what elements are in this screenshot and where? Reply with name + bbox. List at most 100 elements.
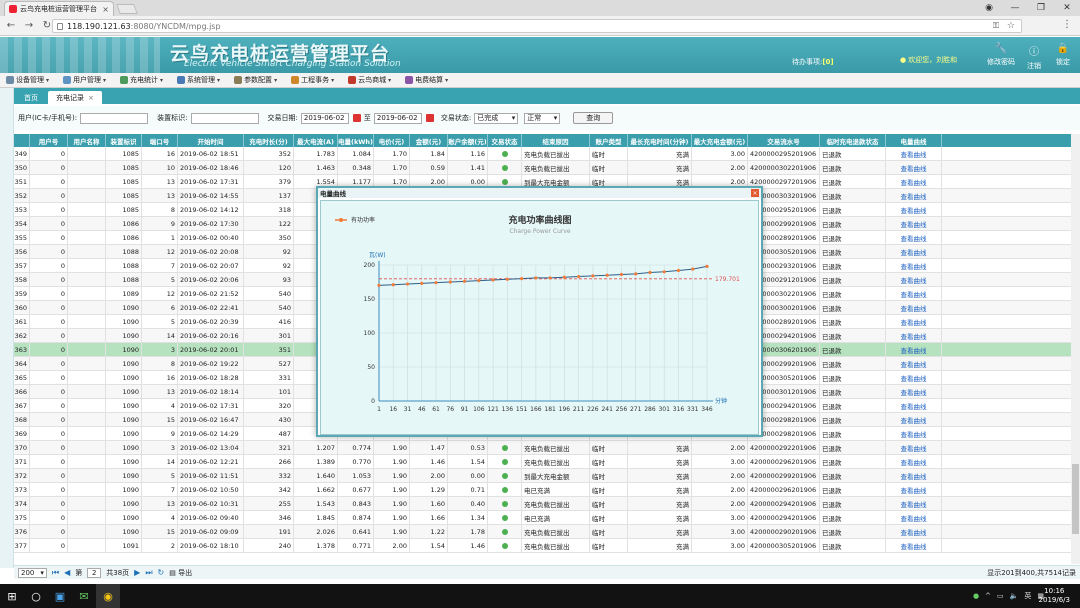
chrome-icon[interactable]: ◉	[96, 584, 120, 608]
close-dialog-button[interactable]: ×	[751, 189, 759, 197]
show-hidden-icon[interactable]: ^	[985, 592, 991, 600]
view-curve-link[interactable]: 查看曲线	[886, 189, 942, 202]
view-curve-link[interactable]: 查看曲线	[886, 441, 942, 454]
export-button[interactable]: ▤ 导出	[169, 568, 192, 578]
menu-item[interactable]: 电费结算 ▾	[405, 75, 448, 85]
page-size-select[interactable]: 200 ▾	[18, 567, 47, 578]
view-curve-link[interactable]: 查看曲线	[886, 413, 942, 426]
view-curve-link[interactable]: 查看曲线	[886, 469, 942, 482]
page-tab[interactable]: 充电记录 ×	[48, 91, 102, 104]
data-point[interactable]	[477, 279, 481, 283]
column-header[interactable]: 端口号	[142, 134, 178, 147]
data-point[interactable]	[420, 281, 424, 285]
data-point[interactable]	[662, 270, 666, 274]
data-point[interactable]	[619, 272, 624, 277]
task-view-icon[interactable]: ▣	[48, 584, 72, 608]
view-curve-link[interactable]: 查看曲线	[886, 371, 942, 384]
windows-start-icon[interactable]: ⊞	[0, 584, 24, 608]
info-icon[interactable]	[57, 22, 63, 30]
table-scrollbar[interactable]	[1071, 134, 1080, 564]
data-point[interactable]	[691, 267, 695, 271]
view-curve-link[interactable]: 查看曲线	[886, 399, 942, 412]
data-point[interactable]	[391, 283, 395, 287]
column-header[interactable]: 交易状态	[488, 134, 522, 147]
view-curve-link[interactable]: 查看曲线	[886, 343, 942, 356]
volume-icon[interactable]: 🔈	[1010, 592, 1019, 600]
page-tab[interactable]: 首页	[16, 91, 46, 104]
data-point[interactable]	[491, 278, 495, 282]
ime-language[interactable]: 英	[1024, 591, 1031, 601]
lock-button[interactable]: 🔒 锁定	[1048, 43, 1078, 67]
browser-tab[interactable]: 云鸟充电桩运营管理平台 ×	[4, 1, 114, 16]
column-header[interactable]: 金额(元)	[410, 134, 448, 147]
table-row[interactable]: 349 0 1085 16 2019-06-02 18:51 352 1.783 1.084 1…	[14, 147, 1080, 161]
view-curve-link[interactable]: 查看曲线	[886, 231, 942, 244]
data-point[interactable]	[648, 270, 652, 275]
view-curve-link[interactable]: 查看曲线	[886, 273, 942, 286]
back-icon[interactable]: ←	[4, 20, 18, 31]
close-window-button[interactable]: ✕	[1054, 0, 1080, 16]
scrollbar-thumb[interactable]	[1072, 464, 1079, 534]
data-point[interactable]	[676, 268, 681, 273]
column-header[interactable]: 用户号	[30, 134, 68, 147]
menu-item[interactable]: 充电统计 ▾	[120, 75, 163, 85]
view-curve-link[interactable]: 查看曲线	[886, 287, 942, 300]
data-point[interactable]	[634, 272, 638, 276]
view-curve-link[interactable]: 查看曲线	[886, 427, 942, 440]
menu-item[interactable]: 设备管理 ▾	[6, 75, 49, 85]
view-curve-link[interactable]: 查看曲线	[886, 175, 942, 188]
view-curve-link[interactable]: 查看曲线	[886, 259, 942, 272]
calendar-icon[interactable]	[425, 114, 434, 122]
date-to-input[interactable]: 2019-06-02	[373, 112, 422, 124]
column-header[interactable]: 最长充电时间(分钟)	[628, 134, 692, 147]
column-header[interactable]: 充电时长(分)	[244, 134, 294, 147]
bookmark-star-icon[interactable]: ☆	[1007, 21, 1015, 31]
column-header[interactable]: 账户余额(元)	[448, 134, 488, 147]
menu-item[interactable]: 系统管理 ▾	[177, 75, 220, 85]
data-point[interactable]	[505, 277, 509, 281]
column-header[interactable]: 交易流水号	[748, 134, 820, 147]
view-curve-link[interactable]: 查看曲线	[886, 217, 942, 230]
data-point[interactable]	[377, 283, 381, 287]
view-curve-link[interactable]: 查看曲线	[886, 385, 942, 398]
view-curve-link[interactable]: 查看曲线	[886, 497, 942, 510]
column-header[interactable]: 电量曲线	[886, 134, 942, 147]
logout-button[interactable]: ⓘ 注销	[1019, 43, 1049, 71]
table-row[interactable]: 371 0 1090 14 2019-06-02 12:21 266 1.389 0.770 1…	[14, 455, 1080, 469]
network-icon[interactable]: ▭	[997, 592, 1004, 600]
view-curve-link[interactable]: 查看曲线	[886, 357, 942, 370]
next-page-icon[interactable]: ▶	[134, 568, 140, 577]
clock[interactable]: 10:16 2019/6/3	[1039, 587, 1070, 605]
todo-indicator[interactable]: 待办事项:[0]	[792, 57, 834, 67]
left-collapse-strip[interactable]	[0, 88, 14, 568]
menu-item[interactable]: 云鸟商城 ▾	[348, 75, 391, 85]
data-point[interactable]	[462, 279, 467, 283]
column-header[interactable]	[14, 134, 30, 147]
calendar-icon[interactable]	[352, 114, 361, 122]
user-filter-input[interactable]	[80, 112, 149, 124]
view-curve-link[interactable]: 查看曲线	[886, 301, 942, 314]
data-point[interactable]	[562, 275, 566, 279]
view-curve-link[interactable]: 查看曲线	[886, 245, 942, 258]
device-filter-input[interactable]	[190, 112, 259, 124]
maximize-button[interactable]: ❐	[1028, 0, 1054, 16]
date-from-input[interactable]: 2019-06-02	[300, 112, 349, 124]
data-point[interactable]	[591, 274, 595, 278]
table-row[interactable]: 374 0 1090 13 2019-06-02 10:31 255 1.543 0.843 1…	[14, 497, 1080, 511]
page-number-input[interactable]: 2	[87, 567, 102, 578]
view-curve-link[interactable]: 查看曲线	[886, 525, 942, 538]
type-select[interactable]: 正常 ▾	[524, 112, 561, 124]
table-row[interactable]: 372 0 1090 5 2019-06-02 11:51 332 1.640 1.053 1.…	[14, 469, 1080, 483]
data-point[interactable]	[448, 280, 452, 284]
table-row[interactable]: 373 0 1090 7 2019-06-02 10:50 342 1.662 0.677 1.…	[14, 483, 1080, 497]
column-header[interactable]: 临时充电退款状态	[820, 134, 886, 147]
new-tab-button[interactable]	[116, 4, 138, 14]
data-point[interactable]	[520, 277, 524, 281]
column-header[interactable]: 账户类型	[590, 134, 628, 147]
column-header[interactable]: 开始时间	[178, 134, 244, 147]
address-bar[interactable]: 118.190.121.63:8080/YNCDM/mpg.jsp ⚿ ☆	[52, 19, 1022, 33]
refresh-icon[interactable]: ↻	[158, 568, 165, 577]
menu-item[interactable]: 工程事务 ▾	[291, 75, 334, 85]
view-curve-link[interactable]: 查看曲线	[886, 511, 942, 524]
table-row[interactable]: 350 0 1085 10 2019-06-02 18:46 120 1.463 0.348 1…	[14, 161, 1080, 175]
